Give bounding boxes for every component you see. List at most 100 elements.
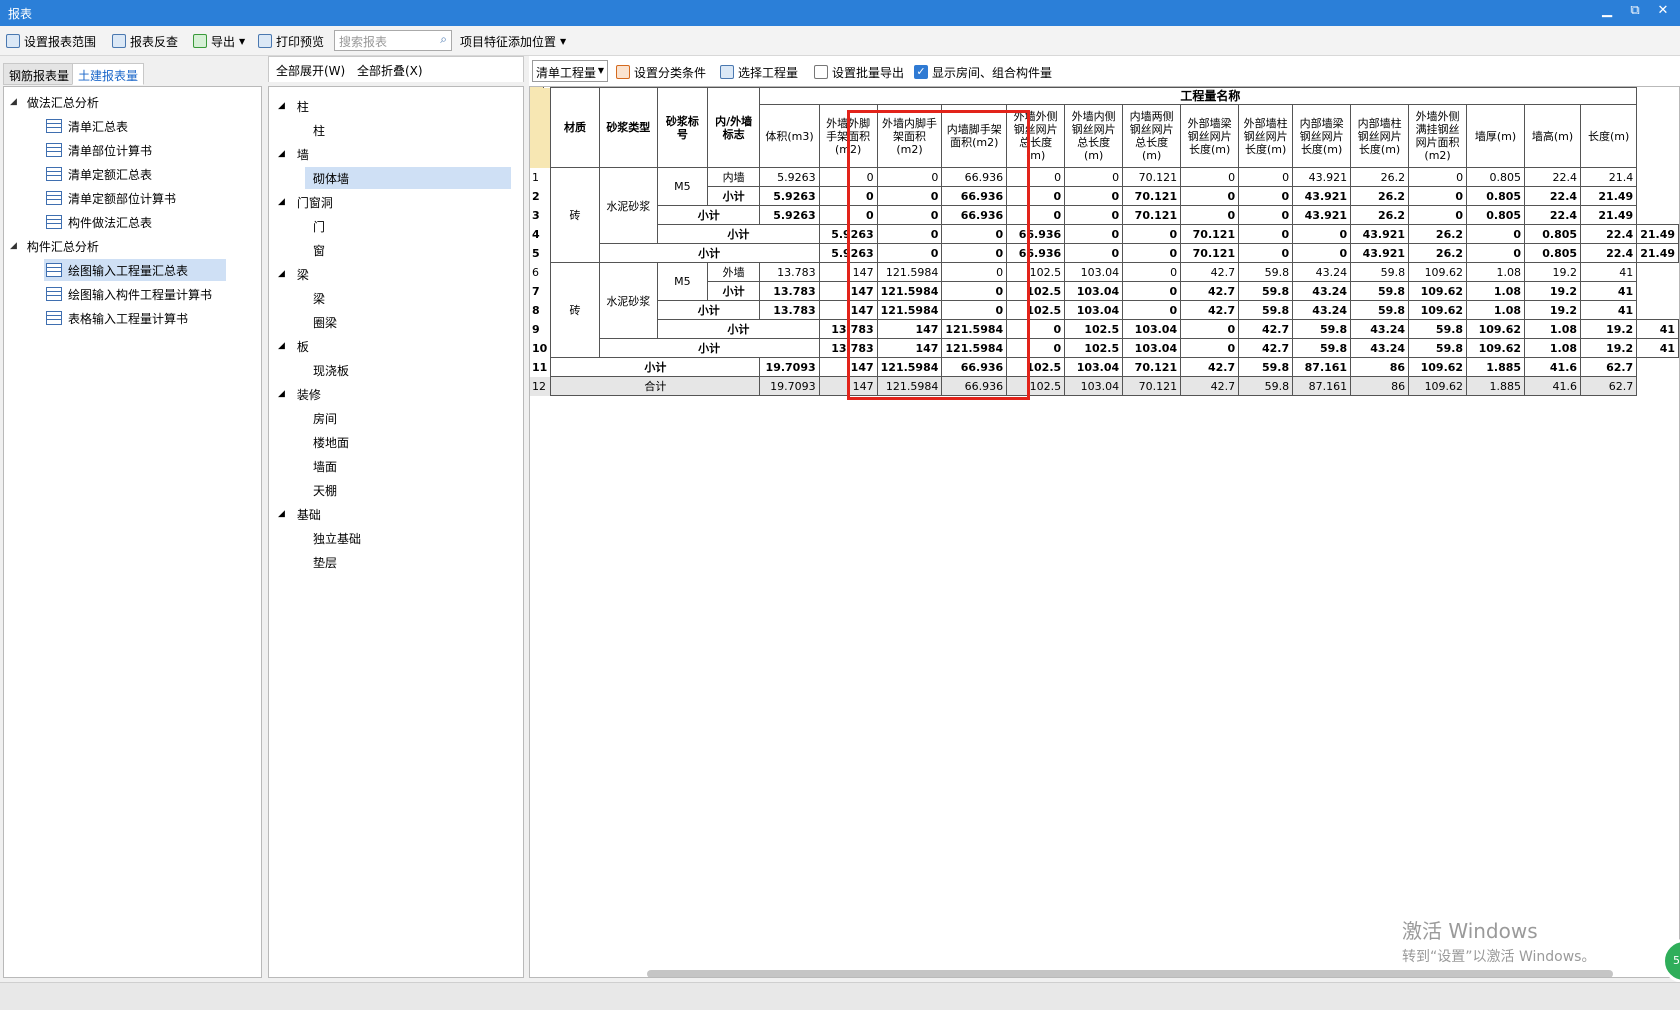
quantity-type-select[interactable]: 清单工程量 ▼ <box>532 60 608 82</box>
category-cell[interactable]: 小计 <box>706 186 761 206</box>
category-cell[interactable]: 砖 <box>550 167 600 263</box>
value-cell[interactable]: 147 <box>818 357 878 377</box>
value-cell[interactable]: 147 <box>876 338 943 358</box>
value-cell[interactable]: 70.121 <box>1122 205 1182 225</box>
value-cell[interactable]: 59.8 <box>1238 376 1294 396</box>
value-cell[interactable]: 13.783 <box>818 338 878 358</box>
value-cell[interactable]: 0 <box>876 186 943 206</box>
set-category-button[interactable]: 设置分类条件 <box>616 63 706 81</box>
value-cell[interactable]: 42.7 <box>1180 376 1240 396</box>
value-cell[interactable]: 13.783 <box>759 300 820 320</box>
value-cell[interactable]: 102.5 <box>1064 338 1124 358</box>
value-cell[interactable]: 42.7 <box>1180 281 1240 301</box>
value-cell[interactable]: 13.783 <box>818 319 878 339</box>
tree-item[interactable]: 清单汇总表 <box>46 115 128 137</box>
header-int-beam-mesh[interactable]: 内部墙梁钢丝网片长度(m) <box>1292 104 1352 168</box>
tree-category-column[interactable]: ◢ 柱 <box>278 95 309 117</box>
value-cell[interactable]: 22.4 <box>1524 205 1582 225</box>
value-cell[interactable]: 43.921 <box>1350 243 1410 263</box>
value-cell[interactable]: 121.5984 <box>941 338 1008 358</box>
value-cell[interactable]: 59.8 <box>1238 281 1294 301</box>
value-cell[interactable]: 0 <box>1238 186 1294 206</box>
value-cell[interactable]: 5.9263 <box>818 243 878 263</box>
value-cell[interactable]: 0 <box>941 262 1008 282</box>
category-cell[interactable]: 砖 <box>550 262 600 358</box>
table-row[interactable]: 3 小计 5.9263 0 0 66.936 0 0 70.121 0 0 43.921 26.2 0 0.… <box>530 205 1679 225</box>
tree-group-method-analysis[interactable]: ◢ 做法汇总分析 <box>10 91 99 113</box>
value-cell[interactable]: 0 <box>1180 319 1240 339</box>
value-cell[interactable]: 0 <box>818 186 878 206</box>
value-cell[interactable]: 19.2 <box>1524 300 1582 320</box>
value-cell[interactable]: 0 <box>1180 338 1240 358</box>
collapse-triangle-icon[interactable]: ◢ <box>278 389 285 399</box>
tree-item[interactable]: 表格输入工程量计算书 <box>46 307 188 329</box>
value-cell[interactable]: 22.4 <box>1524 186 1582 206</box>
row-number[interactable]: 9 <box>530 319 552 339</box>
value-cell[interactable]: 42.7 <box>1238 338 1294 358</box>
value-cell[interactable]: 0.805 <box>1524 243 1582 263</box>
value-cell[interactable]: 41 <box>1580 300 1638 320</box>
value-cell[interactable]: 0 <box>876 205 943 225</box>
value-cell[interactable]: 0 <box>941 281 1008 301</box>
value-cell[interactable]: 0 <box>1238 224 1294 244</box>
print-preview-button[interactable]: 打印预览 <box>258 32 324 50</box>
value-cell[interactable]: 0 <box>1122 300 1182 320</box>
value-cell[interactable]: 102.5 <box>1006 376 1066 396</box>
tree-item[interactable]: 门 <box>313 215 325 237</box>
search-icon[interactable]: ⌕ <box>440 32 447 47</box>
select-quantity-button[interactable]: 选择工程量 <box>720 63 798 81</box>
value-cell[interactable]: 42.7 <box>1180 300 1240 320</box>
value-cell[interactable]: 121.5984 <box>876 357 943 377</box>
value-cell[interactable]: 0 <box>1006 338 1066 358</box>
value-cell[interactable]: 19.2 <box>1524 281 1582 301</box>
value-cell[interactable]: 0 <box>1064 224 1124 244</box>
collapse-triangle-icon[interactable]: ◢ <box>278 509 285 519</box>
value-cell[interactable]: 147 <box>818 376 878 396</box>
value-cell[interactable]: 0 <box>1238 205 1294 225</box>
value-cell[interactable]: 59.8 <box>1408 319 1468 339</box>
value-cell[interactable]: 0 <box>1122 281 1182 301</box>
value-cell[interactable]: 86 <box>1350 376 1410 396</box>
value-cell[interactable]: 43.24 <box>1350 338 1410 358</box>
value-cell[interactable]: 21.49 <box>1636 224 1679 244</box>
value-cell[interactable]: 0 <box>1006 205 1066 225</box>
value-cell[interactable]: 5.9263 <box>759 205 820 225</box>
restore-icon[interactable]: ⧉ <box>1622 3 1648 18</box>
collapse-triangle-icon[interactable]: ◢ <box>278 149 285 159</box>
value-cell[interactable]: 59.8 <box>1408 338 1468 358</box>
value-cell[interactable]: 109.62 <box>1408 300 1468 320</box>
table-row[interactable]: 10 小计 13.783 147 121.5984 0 102.5 103.04 0 42.7 59… <box>530 338 1679 358</box>
value-cell[interactable]: 0 <box>941 224 1008 244</box>
value-cell[interactable]: 43.24 <box>1292 262 1352 282</box>
value-cell[interactable]: 22.4 <box>1524 167 1582 187</box>
value-cell[interactable]: 0 <box>876 167 943 187</box>
table-row[interactable]: 11 小计 19.7093 147 121.5984 66.936 102.5 103.04 7… <box>530 357 1679 377</box>
tree-category-foundation[interactable]: ◢ 基础 <box>278 503 321 525</box>
header-mortar-grade[interactable]: 砂浆标号 <box>657 87 708 168</box>
value-cell[interactable]: 0 <box>1064 167 1124 187</box>
value-cell[interactable]: 0 <box>1180 167 1240 187</box>
value-cell[interactable]: 147 <box>818 281 878 301</box>
value-cell[interactable]: 21.4 <box>1580 167 1638 187</box>
category-cell[interactable]: 合计 <box>550 376 761 396</box>
category-cell[interactable]: 小计 <box>598 243 820 263</box>
value-cell[interactable]: 86 <box>1350 357 1410 377</box>
export-button[interactable]: 导出 ▼ <box>193 32 245 50</box>
header-length[interactable]: 长度(m) <box>1580 104 1638 168</box>
value-cell[interactable]: 102.5 <box>1006 357 1066 377</box>
tree-item-selected[interactable]: 砌体墙 <box>305 167 511 189</box>
value-cell[interactable]: 0 <box>1466 243 1526 263</box>
value-cell[interactable]: 19.7093 <box>759 357 820 377</box>
tree-category-openings[interactable]: ◢ 门窗洞 <box>278 191 333 213</box>
header-material[interactable]: 材质 <box>550 87 600 168</box>
value-cell[interactable]: 103.04 <box>1064 300 1124 320</box>
value-cell[interactable]: 43.921 <box>1350 224 1410 244</box>
tree-item[interactable]: 天棚 <box>313 479 337 501</box>
tab-rebar[interactable]: 钢筋报表量 <box>3 63 76 85</box>
collapse-all-button[interactable]: 全部折叠(X) <box>357 62 423 79</box>
value-cell[interactable]: 0 <box>1064 186 1124 206</box>
value-cell[interactable]: 70.121 <box>1122 167 1182 187</box>
value-cell[interactable]: 0 <box>1064 205 1124 225</box>
table-row[interactable]: 9 小计 13.783 147 121.5984 0 102.5 103.04 0 42.7 59.… <box>530 319 1679 339</box>
category-cell[interactable]: 小计 <box>657 319 820 339</box>
